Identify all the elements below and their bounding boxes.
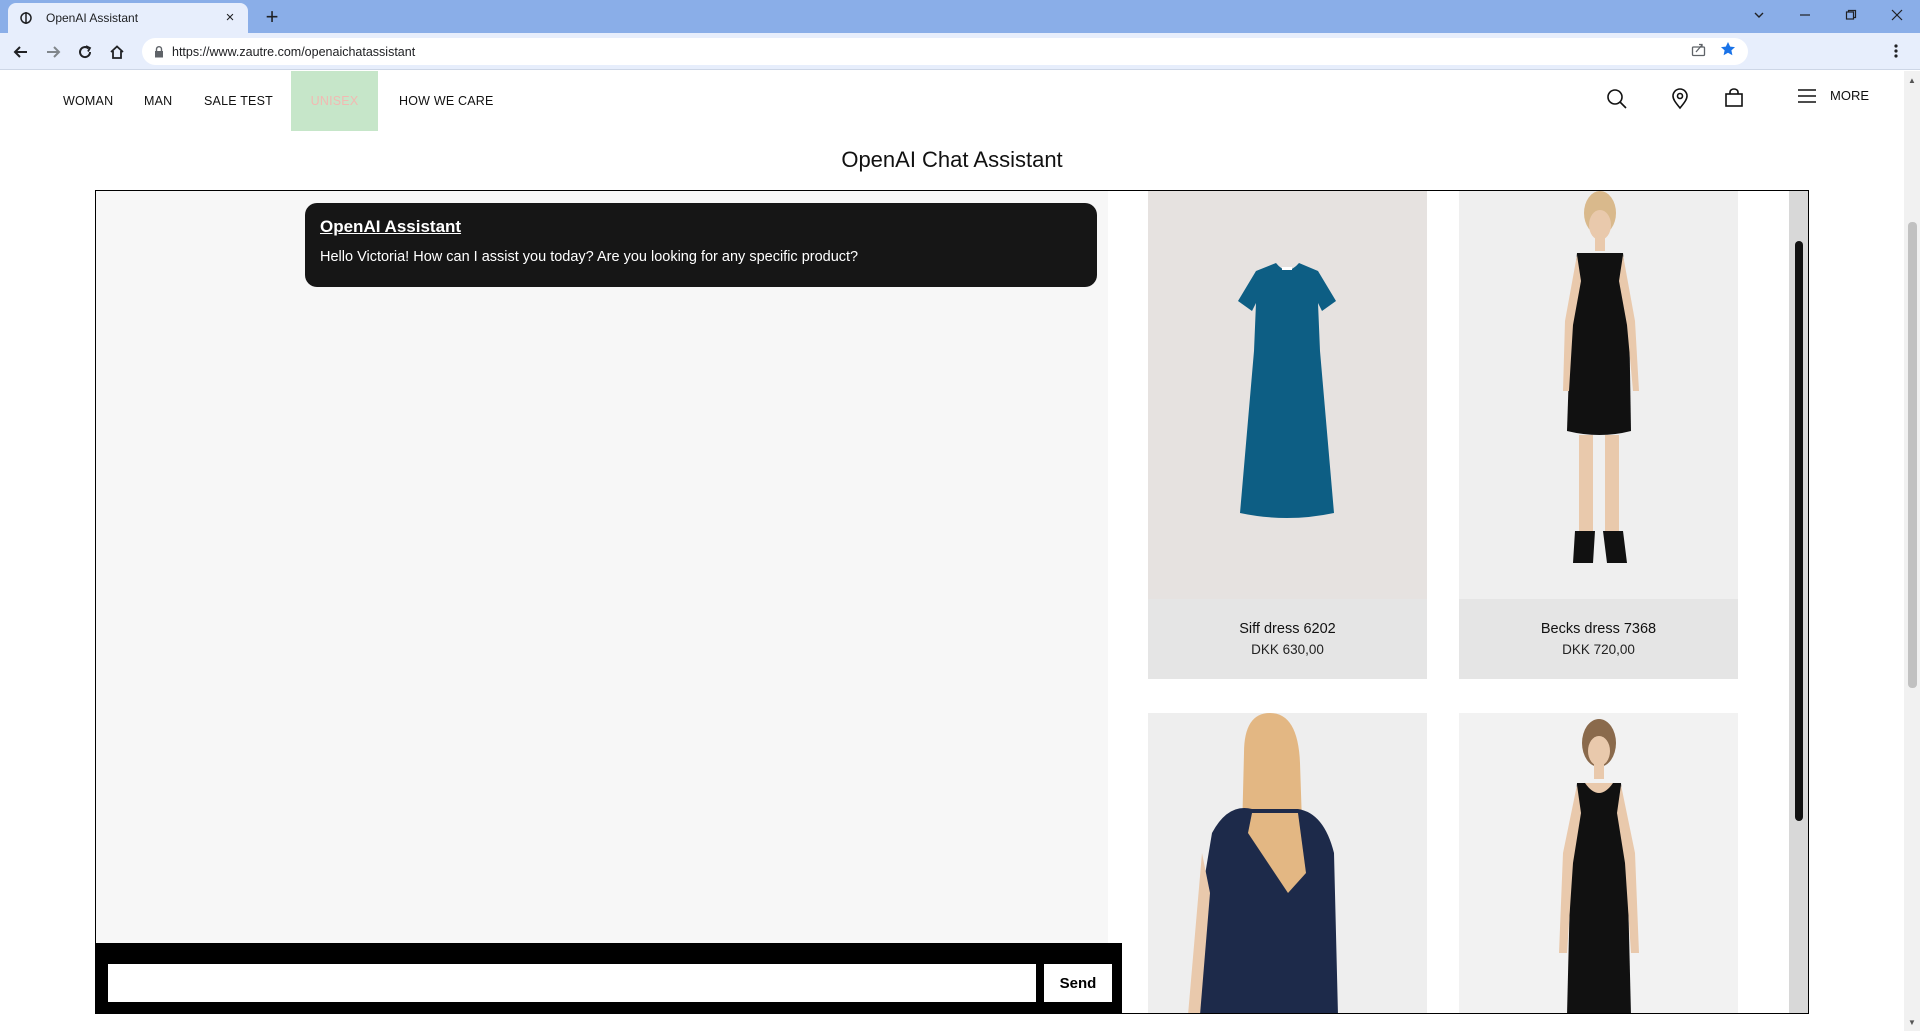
shopping-bag-icon[interactable] bbox=[1724, 88, 1744, 108]
product-name[interactable]: Becks dress 7368 bbox=[1459, 621, 1738, 637]
chat-input[interactable] bbox=[108, 964, 1036, 1002]
product-card[interactable] bbox=[1148, 713, 1427, 1013]
chat-input-bar: Send bbox=[96, 943, 1122, 1013]
page-scrollbar-thumb[interactable] bbox=[1908, 222, 1917, 688]
product-card[interactable] bbox=[1459, 713, 1738, 1013]
product-price: DKK 720,00 bbox=[1562, 642, 1635, 657]
new-tab-button[interactable]: + bbox=[260, 5, 284, 29]
bookmark-star-icon[interactable] bbox=[1720, 41, 1736, 62]
site-header: WOMAN MAN SALE TEST UNISEX HOW WE CARE M… bbox=[0, 71, 1904, 131]
dress-image-becks bbox=[1563, 191, 1639, 563]
chat-message-area: OpenAI Assistant Hello Victoria! How can… bbox=[96, 191, 1108, 1013]
nav-link-woman[interactable]: WOMAN bbox=[63, 71, 113, 131]
product-name[interactable]: Siff dress 6202 bbox=[1148, 621, 1427, 637]
url-text: https://www.zautre.com/openaichatassista… bbox=[172, 44, 416, 59]
lock-icon[interactable] bbox=[154, 45, 166, 58]
restore-icon[interactable] bbox=[1828, 0, 1874, 30]
product-info: Becks dress 7368 DKK 720,00 bbox=[1459, 599, 1738, 679]
nav-link-how-we-care[interactable]: HOW WE CARE bbox=[399, 71, 494, 131]
browser-toolbar: https://www.zautre.com/openaichatassista… bbox=[0, 33, 1920, 70]
dress-image-black-tank bbox=[1559, 719, 1639, 1013]
tab-title: OpenAI Assistant bbox=[46, 11, 139, 25]
home-icon[interactable] bbox=[104, 39, 130, 65]
product-image[interactable] bbox=[1459, 191, 1738, 599]
hamburger-icon bbox=[1798, 88, 1816, 103]
dress-image-siff bbox=[1238, 263, 1336, 518]
product-image[interactable] bbox=[1459, 713, 1738, 1013]
product-scrollbar-thumb[interactable] bbox=[1795, 241, 1803, 821]
close-tab-icon[interactable]: × bbox=[222, 10, 238, 26]
menu-more-button[interactable]: MORE bbox=[1798, 88, 1869, 103]
nav-link-sale-test[interactable]: SALE TEST bbox=[204, 71, 273, 131]
back-arrow-icon[interactable] bbox=[8, 39, 34, 65]
search-icon[interactable] bbox=[1606, 88, 1628, 110]
product-card[interactable]: Siff dress 6202 DKK 630,00 bbox=[1148, 191, 1427, 679]
assistant-message: OpenAI Assistant Hello Victoria! How can… bbox=[305, 203, 1097, 287]
browser-menu-icon[interactable] bbox=[1886, 41, 1906, 61]
product-price: DKK 630,00 bbox=[1251, 642, 1324, 657]
nav-link-unisex[interactable]: UNISEX bbox=[291, 71, 378, 131]
message-text: Hello Victoria! How can I assist you tod… bbox=[320, 249, 859, 265]
omnibox-actions bbox=[1691, 41, 1736, 62]
store-locator-icon[interactable] bbox=[1671, 88, 1689, 110]
reload-icon[interactable] bbox=[72, 39, 98, 65]
forward-arrow-icon[interactable] bbox=[40, 39, 66, 65]
product-image[interactable] bbox=[1148, 713, 1427, 1013]
product-image[interactable] bbox=[1148, 191, 1427, 599]
browser-tab-active[interactable]: OpenAI Assistant × bbox=[8, 3, 248, 33]
assistant-frame: OpenAI Assistant Hello Victoria! How can… bbox=[95, 190, 1809, 1014]
share-icon[interactable] bbox=[1691, 42, 1706, 62]
window-controls bbox=[1736, 0, 1920, 30]
product-card[interactable]: Becks dress 7368 DKK 720,00 bbox=[1459, 191, 1738, 679]
scroll-up-arrow-icon[interactable]: ▲ bbox=[1904, 73, 1920, 89]
product-info: Siff dress 6202 DKK 630,00 bbox=[1148, 599, 1427, 679]
address-bar[interactable]: https://www.zautre.com/openaichatassista… bbox=[142, 38, 1748, 65]
scroll-down-arrow-icon[interactable]: ▼ bbox=[1904, 1015, 1920, 1031]
minimize-icon[interactable] bbox=[1782, 0, 1828, 30]
nav-link-man[interactable]: MAN bbox=[144, 71, 172, 131]
message-sender: OpenAI Assistant bbox=[320, 217, 462, 236]
send-button[interactable]: Send bbox=[1044, 964, 1112, 1002]
tab-search-icon[interactable] bbox=[1736, 0, 1782, 30]
more-label: MORE bbox=[1830, 88, 1869, 103]
page-title: OpenAI Chat Assistant bbox=[841, 147, 1063, 172]
openai-logo-icon bbox=[18, 10, 34, 26]
dress-image-back-view bbox=[1188, 713, 1338, 1013]
browser-tab-strip: OpenAI Assistant × + bbox=[0, 0, 1920, 33]
close-window-icon[interactable] bbox=[1874, 0, 1920, 30]
